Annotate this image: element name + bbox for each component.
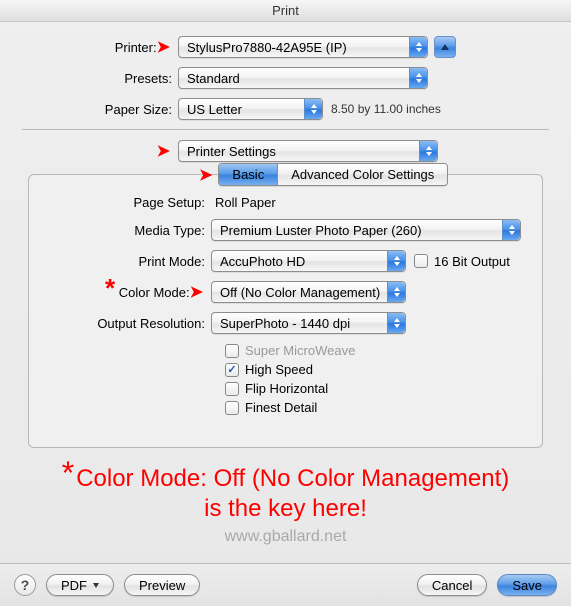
print-mode-value: AccuPhoto HD <box>220 254 305 269</box>
super-microweave-label: Super MicroWeave <box>245 343 355 358</box>
dropdown-arrows-icon <box>387 282 405 302</box>
color-mode-select[interactable]: Off (No Color Management) <box>211 281 406 303</box>
cancel-button[interactable]: Cancel <box>417 574 487 596</box>
section-value: Printer Settings <box>187 144 276 159</box>
finest-detail-label: Finest Detail <box>245 400 317 415</box>
dialog-footer: ? PDF Preview Cancel Save <box>0 563 571 606</box>
papersize-select[interactable]: US Letter <box>178 98 323 120</box>
print-dialog: Print Printer:➤ StylusPro7880-42A95E (IP… <box>0 0 571 606</box>
papersize-dimensions: 8.50 by 11.00 inches <box>331 102 441 116</box>
flip-horizontal-checkbox[interactable] <box>225 382 239 396</box>
annotation-arrow-icon: ➤ <box>157 39 170 56</box>
printer-value: StylusPro7880-42A95E (IP) <box>187 40 347 55</box>
media-type-value: Premium Luster Photo Paper (260) <box>220 223 422 238</box>
dropdown-arrows-icon <box>502 220 520 240</box>
high-speed-label: High Speed <box>245 362 313 377</box>
window-title: Print <box>0 0 571 22</box>
color-mode-label: * Color Mode:➤ <box>43 282 211 302</box>
media-type-label: Media Type: <box>43 223 211 238</box>
dropdown-arrows-icon <box>419 141 437 161</box>
annotation-arrow-icon: ➤ <box>190 284 203 301</box>
printer-select[interactable]: StylusPro7880-42A95E (IP) <box>178 36 428 58</box>
annotation-arrow-icon: ➤ <box>199 165 212 185</box>
annotation-arrow-icon: ➤ <box>157 143 170 160</box>
papersize-label: Paper Size: <box>28 102 178 117</box>
presets-select[interactable]: Standard <box>178 67 428 89</box>
dropdown-arrows-icon <box>304 99 322 119</box>
media-type-select[interactable]: Premium Luster Photo Paper (260) <box>211 219 521 241</box>
high-speed-checkbox[interactable] <box>225 363 239 377</box>
presets-label: Presets: <box>28 71 178 86</box>
preview-button[interactable]: Preview <box>124 574 200 596</box>
output-resolution-select[interactable]: SuperPhoto - 1440 dpi <box>211 312 406 334</box>
tab-advanced-color[interactable]: Advanced Color Settings <box>278 164 447 185</box>
section-select[interactable]: Printer Settings <box>178 140 438 162</box>
annotation-callout: *Color Mode: Off (No Color Management) i… <box>28 464 543 524</box>
annotation-asterisk-icon: * <box>62 464 74 482</box>
printer-label: Printer:➤ <box>28 37 178 57</box>
annotation-asterisk-icon: * <box>105 273 115 303</box>
print-mode-label: Print Mode: <box>43 254 211 269</box>
page-setup-value: Roll Paper <box>211 195 276 210</box>
super-microweave-checkbox <box>225 344 239 358</box>
print-mode-select[interactable]: AccuPhoto HD <box>211 250 406 272</box>
output-resolution-value: SuperPhoto - 1440 dpi <box>220 316 350 331</box>
tabs-segment: Basic Advanced Color Settings <box>218 163 448 186</box>
dropdown-arrows-icon <box>387 251 405 271</box>
papersize-value: US Letter <box>187 102 242 117</box>
color-mode-value: Off (No Color Management) <box>220 285 380 300</box>
watermark-text: www.gballard.net <box>28 528 543 546</box>
flip-horizontal-label: Flip Horizontal <box>245 381 328 396</box>
divider <box>22 129 549 130</box>
sixteen-bit-label: 16 Bit Output <box>434 254 510 269</box>
finest-detail-checkbox[interactable] <box>225 401 239 415</box>
output-resolution-label: Output Resolution: <box>43 316 211 331</box>
sixteen-bit-checkbox[interactable] <box>414 254 428 268</box>
dropdown-arrows-icon <box>387 313 405 333</box>
disclosure-button[interactable] <box>434 36 456 58</box>
page-setup-label: Page Setup: <box>43 195 211 210</box>
tab-basic[interactable]: Basic <box>219 164 278 185</box>
presets-value: Standard <box>187 71 240 86</box>
dialog-content: Printer:➤ StylusPro7880-42A95E (IP) Pres… <box>0 22 571 563</box>
save-button[interactable]: Save <box>497 574 557 596</box>
pdf-menu-button[interactable]: PDF <box>46 574 114 596</box>
help-button[interactable]: ? <box>14 574 36 596</box>
annotation-arrow: ➤ <box>28 141 178 161</box>
dropdown-arrows-icon <box>409 37 427 57</box>
dropdown-arrows-icon <box>409 68 427 88</box>
printer-settings-group: ➤ Basic Advanced Color Settings Page Set… <box>28 174 543 448</box>
